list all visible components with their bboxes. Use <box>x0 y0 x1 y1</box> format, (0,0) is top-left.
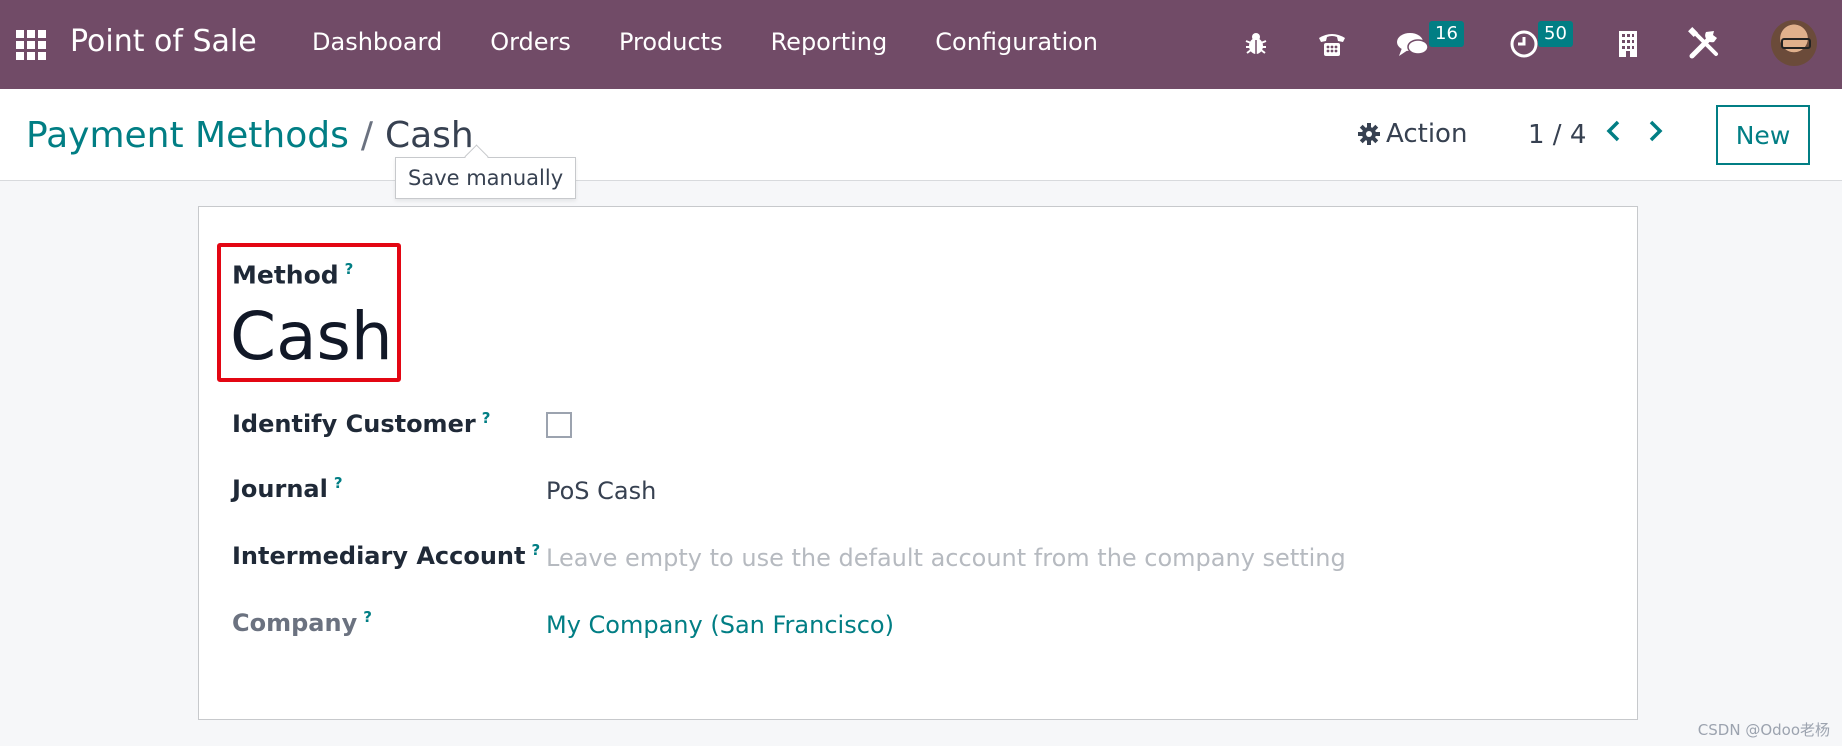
gear-icon <box>1358 123 1380 145</box>
breadcrumb-payment-methods[interactable]: Payment Methods <box>26 115 349 156</box>
company-help-icon[interactable]: ? <box>363 608 372 626</box>
intermediary-account-label: Intermediary Account? <box>232 541 541 570</box>
menu-dashboard[interactable]: Dashboard <box>288 28 466 56</box>
breadcrumb-current-record: Cash <box>384 115 474 156</box>
apps-menu-icon[interactable] <box>16 30 46 60</box>
messages-badge: 16 <box>1429 21 1464 47</box>
journal-label: Journal? <box>232 474 343 503</box>
journal-field[interactable]: PoS Cash <box>546 477 656 505</box>
menu-orders[interactable]: Orders <box>466 28 595 56</box>
action-menu-button[interactable]: Action <box>1358 119 1467 149</box>
intermediary-account-field[interactable]: Leave empty to use the default account f… <box>546 544 1346 572</box>
chat-icon[interactable]: 16 <box>1395 21 1464 62</box>
identify-customer-label: Identify Customer? <box>232 409 491 438</box>
new-record-button[interactable]: New <box>1716 105 1810 165</box>
user-avatar[interactable] <box>1771 20 1817 66</box>
save-manually-tooltip: Save manually <box>395 157 577 199</box>
journal-help-icon[interactable]: ? <box>334 474 343 492</box>
method-label: Method? <box>232 260 354 290</box>
activities-badge: 50 <box>1538 21 1573 47</box>
company-label: Company? <box>232 608 372 637</box>
menu-configuration[interactable]: Configuration <box>911 28 1122 56</box>
bug-icon[interactable] <box>1238 26 1274 62</box>
app-brand[interactable]: Point of Sale <box>70 24 257 59</box>
identify-customer-checkbox[interactable] <box>546 412 572 438</box>
building-icon[interactable] <box>1610 26 1646 62</box>
breadcrumb-separator: / <box>360 115 373 156</box>
method-help-icon[interactable]: ? <box>345 260 354 278</box>
breadcrumb: Payment Methods / Cash <box>26 115 474 156</box>
pager-next-button[interactable] <box>1648 117 1664 150</box>
pager-previous-button[interactable] <box>1605 117 1621 150</box>
top-navbar: Point of Sale Dashboard Orders Products … <box>0 0 1842 89</box>
action-label: Action <box>1386 119 1468 149</box>
phone-icon[interactable] <box>1314 26 1350 62</box>
identify-customer-help-icon[interactable]: ? <box>482 409 491 427</box>
menu-products[interactable]: Products <box>595 28 747 56</box>
company-field[interactable]: My Company (San Francisco) <box>546 611 894 639</box>
pager-value[interactable]: 1 / 4 <box>1528 120 1586 150</box>
clock-icon[interactable]: 50 <box>1506 21 1573 62</box>
chevron-left-icon <box>1606 120 1620 142</box>
tools-icon[interactable] <box>1686 26 1722 62</box>
method-name-input[interactable]: Cash <box>230 298 393 375</box>
form-sheet <box>198 206 1638 720</box>
chevron-right-icon <box>1649 120 1663 142</box>
watermark: CSDN @Odoo老杨 <box>1697 721 1830 739</box>
intermediary-account-help-icon[interactable]: ? <box>531 541 540 559</box>
main-menu: Dashboard Orders Products Reporting Conf… <box>288 28 1122 56</box>
menu-reporting[interactable]: Reporting <box>747 28 912 56</box>
